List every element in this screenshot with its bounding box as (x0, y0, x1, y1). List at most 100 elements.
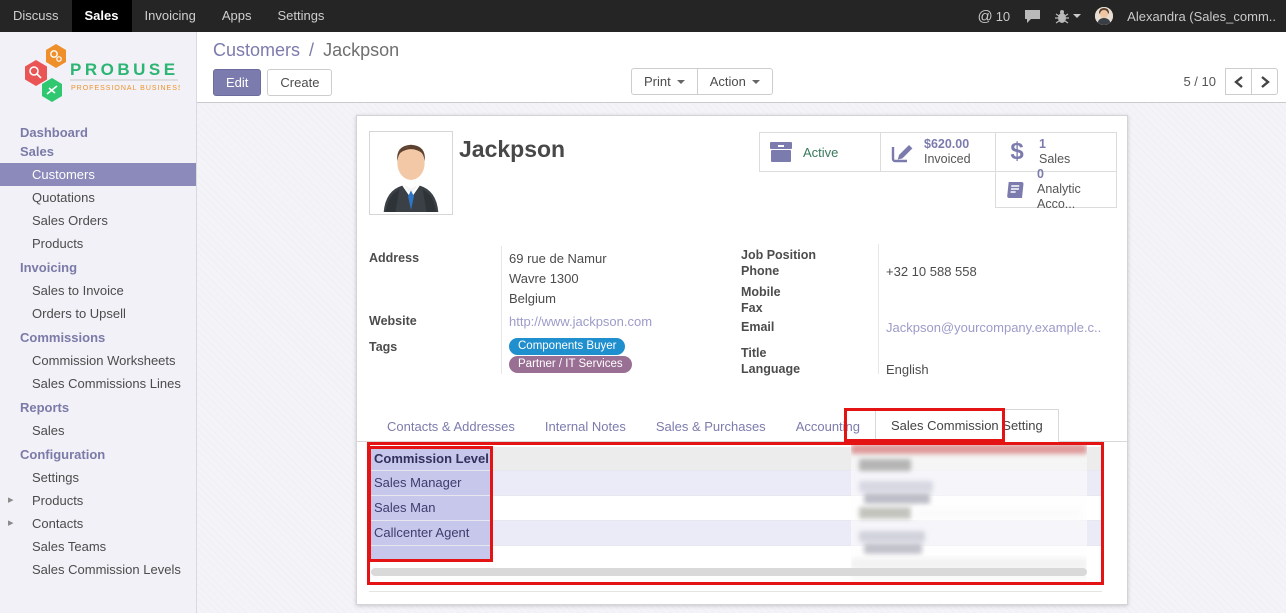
active-label: Active (803, 145, 838, 160)
bug-icon (1055, 9, 1069, 24)
tab-internal-notes[interactable]: Internal Notes (530, 411, 641, 442)
sidebar-item-commission-worksheets[interactable]: Commission Worksheets (0, 349, 196, 372)
sales-stat-button[interactable]: $ 1 Sales (995, 132, 1117, 172)
print-dropdown[interactable]: Print (631, 68, 698, 95)
commission-level-cell[interactable]: Callcenter Agent (369, 521, 492, 545)
invoiced-stat-button[interactable]: $620.00 Invoiced (880, 132, 996, 172)
commission-level-header[interactable]: Commission Level (369, 447, 492, 470)
divider (369, 591, 1102, 592)
fax-label: Fax (741, 301, 763, 315)
menu-sales[interactable]: Sales (72, 0, 132, 32)
logo-tagline: PROFESSIONAL BUSINESS (71, 85, 180, 92)
redacted-block (864, 493, 930, 504)
website-link[interactable]: http://www.jackpson.com (509, 314, 652, 329)
sales-count: 1 (1039, 137, 1070, 152)
phone-value[interactable]: +32 10 588 558 (886, 264, 977, 279)
dollar-icon: $ (1004, 138, 1030, 166)
sidebar-heading-sales[interactable]: Sales (0, 144, 196, 163)
chevron-left-icon (1234, 76, 1244, 88)
sidebar-item-sales-orders[interactable]: Sales Orders (0, 209, 196, 232)
analytic-count: 0 (1037, 167, 1108, 182)
breadcrumb: Customers / Jackpson (213, 40, 399, 61)
pager-next-button[interactable] (1251, 68, 1278, 95)
tab-contacts-addresses[interactable]: Contacts & Addresses (372, 411, 530, 442)
sidebar-heading-invoicing[interactable]: Invoicing (0, 255, 196, 279)
language-value[interactable]: English (886, 362, 929, 377)
sidebar-item-config-products[interactable]: ▸Products (0, 489, 196, 512)
sidebar-item-sales-to-invoice[interactable]: Sales to Invoice (0, 279, 196, 302)
address-line-3[interactable]: Belgium (509, 291, 556, 306)
edit-button[interactable]: Edit (213, 69, 261, 96)
user-avatar[interactable] (1095, 7, 1113, 25)
mention-count: 10 (996, 9, 1010, 24)
action-label: Action (710, 74, 746, 89)
active-stat-button[interactable]: Active (759, 132, 881, 172)
sidebar-item-quotations[interactable]: Quotations (0, 186, 196, 209)
logo-text: PROBUSE (70, 60, 179, 79)
commission-level-cell[interactable]: Sales Man (369, 496, 492, 520)
sidebar-item-config-contacts[interactable]: ▸Contacts (0, 512, 196, 535)
menu-invoicing[interactable]: Invoicing (132, 0, 209, 32)
sidebar-heading-commissions[interactable]: Commissions (0, 325, 196, 349)
company-logo[interactable]: PROBUSE PROFESSIONAL BUSINESS (0, 32, 196, 114)
pager-previous-button[interactable] (1225, 68, 1252, 95)
expander-icon[interactable]: ▸ (8, 516, 14, 529)
invoiced-amount: $620.00 (924, 137, 971, 152)
tab-sales-purchases[interactable]: Sales & Purchases (641, 411, 781, 442)
invoiced-label: Invoiced (924, 152, 971, 167)
sidebar-item-settings[interactable]: Settings (0, 466, 196, 489)
empty-cell (369, 546, 492, 559)
archive-icon (768, 141, 794, 163)
main-area: Customers / Jackpson Edit Create Print A… (197, 32, 1286, 613)
menu-apps[interactable]: Apps (209, 0, 265, 32)
app-window: Discuss Sales Invoicing Apps Settings @1… (0, 0, 1286, 613)
language-label: Language (741, 362, 800, 376)
mentions-button[interactable]: @10 (977, 8, 1010, 25)
sidebar-item-customers[interactable]: Customers (0, 163, 196, 186)
mobile-label: Mobile (741, 285, 781, 299)
top-menus: Discuss Sales Invoicing Apps Settings (0, 0, 337, 32)
analytic-label: Analytic Acco... (1037, 182, 1108, 212)
chevron-right-icon (1260, 76, 1270, 88)
menu-settings[interactable]: Settings (264, 0, 337, 32)
tab-accounting[interactable]: Accounting (781, 411, 875, 442)
tag-components-buyer[interactable]: Components Buyer (509, 338, 625, 355)
customer-photo[interactable] (369, 131, 453, 215)
sidebar-heading-reports[interactable]: Reports (0, 395, 196, 419)
analytic-accounts-stat-button[interactable]: 0 Analytic Acco... (995, 171, 1117, 208)
redacted-block (859, 507, 911, 519)
notebook-tabs: Contacts & Addresses Internal Notes Sale… (357, 409, 1127, 442)
sidebar-heading-configuration[interactable]: Configuration (0, 442, 196, 466)
sidebar-item-products[interactable]: Products (0, 232, 196, 255)
breadcrumb-current: Jackpson (323, 40, 399, 60)
phone-label: Phone (741, 264, 779, 278)
sidebar-item-sales-commission-levels[interactable]: Sales Commission Levels (0, 558, 196, 581)
sidebar-item-sales-commissions-lines[interactable]: Sales Commissions Lines (0, 372, 196, 395)
tab-sales-commission-setting[interactable]: Sales Commission Setting (875, 409, 1059, 442)
action-dropdown[interactable]: Action (697, 68, 773, 95)
sidebar-heading-dashboard[interactable]: Dashboard (0, 120, 196, 144)
messages-button[interactable] (1024, 9, 1041, 24)
sidebar-item-reports-sales[interactable]: Sales (0, 419, 196, 442)
sidebar: PROBUSE PROFESSIONAL BUSINESS Dashboard … (0, 32, 197, 613)
sidebar-item-sales-teams[interactable]: Sales Teams (0, 535, 196, 558)
email-link[interactable]: Jackpson@yourcompany.example.c.. (886, 320, 1101, 335)
create-button[interactable]: Create (267, 69, 332, 96)
user-menu[interactable]: Alexandra (Sales_comm.. (1127, 9, 1276, 24)
expander-icon[interactable]: ▸ (8, 493, 14, 506)
commission-level-cell[interactable]: Sales Manager (369, 471, 492, 495)
field-separator (501, 246, 502, 374)
logo-hexagon-red (25, 60, 47, 86)
tag-partner-it-services[interactable]: Partner / IT Services (509, 356, 632, 373)
customer-form-sheet: Jackpson Active $620.00 (356, 115, 1128, 605)
caret-down-icon (752, 80, 760, 84)
redacted-block (859, 531, 925, 542)
address-line-1[interactable]: 69 rue de Namur (509, 251, 607, 266)
debug-menu-button[interactable] (1055, 9, 1081, 24)
sidebar-item-orders-to-upsell[interactable]: Orders to Upsell (0, 302, 196, 325)
website-label: Website (369, 314, 417, 328)
breadcrumb-customers[interactable]: Customers (213, 40, 300, 60)
address-line-2[interactable]: Wavre 1300 (509, 271, 579, 286)
menu-discuss[interactable]: Discuss (0, 0, 72, 32)
horizontal-scrollbar[interactable] (371, 568, 1087, 576)
